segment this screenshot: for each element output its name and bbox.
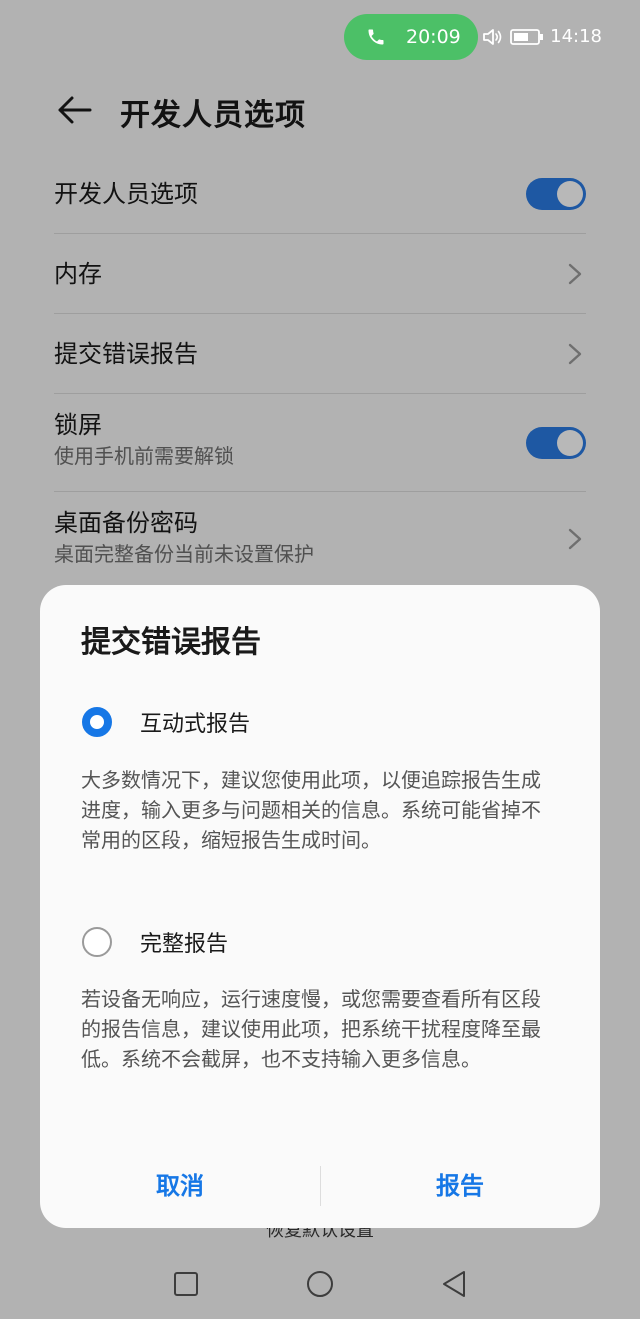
cancel-button[interactable]: 取消: [40, 1166, 320, 1201]
status-icons: 14:18: [482, 26, 602, 47]
status-bar: 20:09 14:18: [0, 0, 640, 74]
option-label: 互动式报告: [140, 712, 251, 737]
full-report-option[interactable]: 完整报告: [82, 926, 228, 958]
phone-icon: [368, 29, 384, 45]
call-timer: 20:09: [406, 26, 461, 48]
bug-report-dialog: 提交错误报告 互动式报告 大多数情况下，建议您使用此项，以便追踪报告生成进度，输…: [40, 585, 600, 1228]
ongoing-call-pill[interactable]: 20:09: [344, 14, 478, 60]
report-button[interactable]: 报告: [320, 1166, 600, 1201]
option-label: 完整报告: [140, 932, 229, 957]
speaker-icon: [483, 28, 502, 45]
battery-icon: [510, 28, 544, 45]
option-description: 若设备无响应，运行速度慢，或您需要查看所有区段的报告信息，建议使用此项，把系统干…: [81, 987, 541, 1071]
interactive-report-option[interactable]: 互动式报告: [82, 706, 250, 738]
radio-button[interactable]: [82, 927, 112, 957]
option-description: 大多数情况下，建议您使用此项，以便追踪报告生成进度，输入更多与问题相关的信息。系…: [81, 768, 541, 852]
dialog-actions: 取消 报告: [40, 1138, 600, 1228]
dialog-title: 提交错误报告: [81, 625, 261, 660]
clock: 14:18: [550, 26, 602, 47]
radio-button-selected[interactable]: [82, 707, 112, 737]
